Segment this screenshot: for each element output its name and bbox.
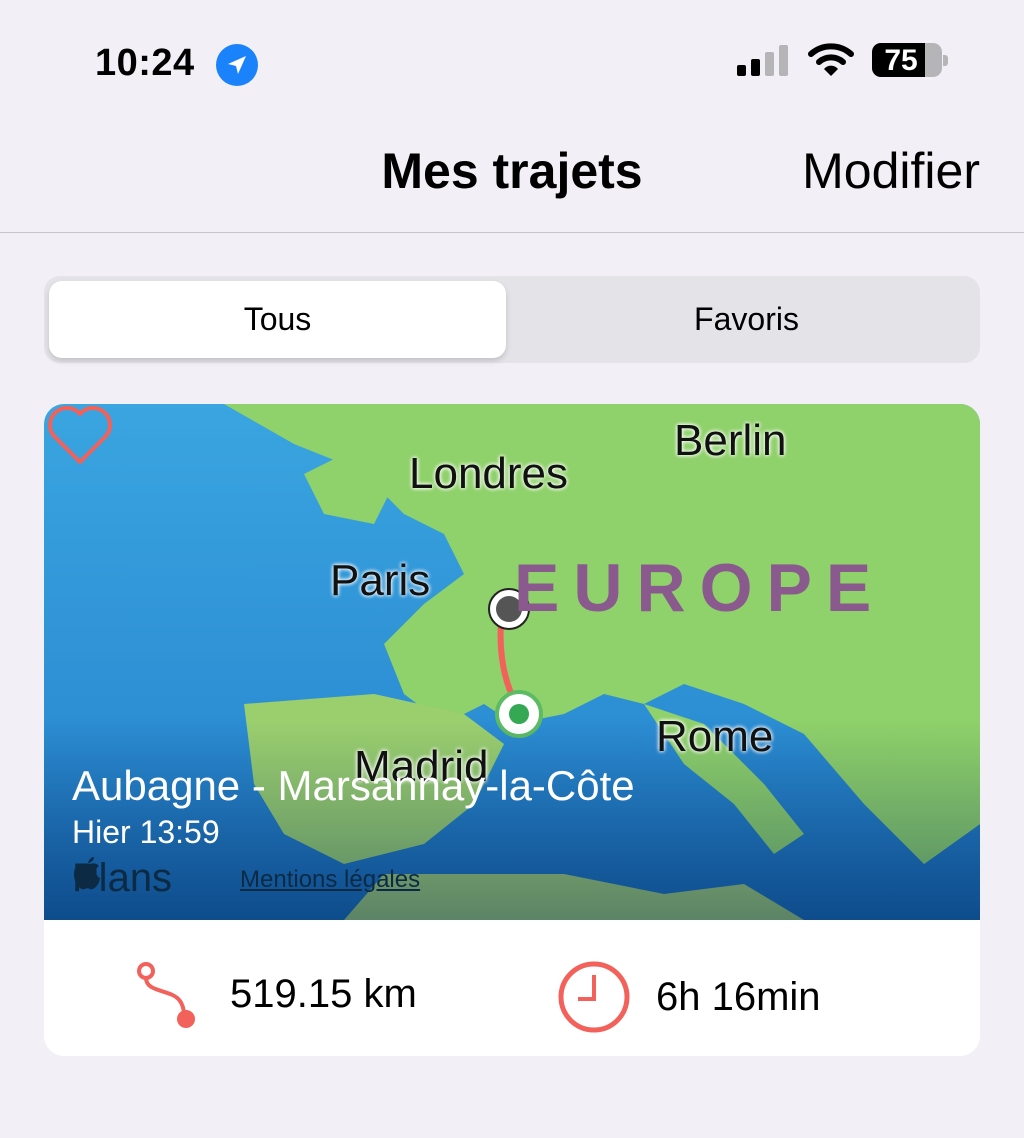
trip-map[interactable]: Londres Berlin Paris EUROPE Rome Madrid … — [44, 404, 980, 920]
duration-value: 6h 16min — [656, 974, 821, 1019]
map-label-europe: EUROPE — [514, 550, 886, 626]
location-arrow-icon — [216, 44, 258, 86]
divider — [0, 232, 1024, 233]
clock-icon — [558, 961, 630, 1033]
duration-stat: 6h 16min — [556, 959, 821, 1035]
status-bar: 10:24 75 — [0, 0, 1024, 110]
map-label-paris: Paris — [330, 556, 431, 605]
map-label-london: Londres — [409, 449, 569, 498]
route-icon — [137, 962, 195, 1028]
segment-all[interactable]: Tous — [49, 281, 506, 358]
wifi-icon — [808, 43, 854, 76]
favorite-heart-icon[interactable] — [44, 404, 116, 468]
distance-value: 519.15 km — [230, 971, 417, 1016]
trip-card[interactable]: Londres Berlin Paris EUROPE Rome Madrid … — [44, 404, 980, 1056]
trip-date: Hier 13:59 — [72, 814, 220, 850]
status-time: 10:24 — [95, 42, 195, 84]
segment-favorites[interactable]: Favoris — [518, 281, 975, 358]
battery-icon: 75 — [872, 43, 942, 77]
trip-title: Aubagne - Marsannay-la-Côte — [72, 762, 635, 809]
segmented-control: Tous Favoris — [44, 276, 980, 363]
legal-link[interactable]: Mentions légales — [240, 866, 420, 894]
map-label-rome: Rome — [656, 712, 774, 761]
map-label-berlin: Berlin — [674, 416, 787, 465]
cellular-signal-icon — [737, 45, 788, 76]
apple-logo-icon — [74, 857, 100, 890]
battery-level: 75 — [884, 44, 918, 77]
maps-attribution: Plans — [72, 856, 172, 901]
edit-button[interactable]: Modifier — [802, 142, 980, 200]
distance-stat: 519.15 km — [132, 959, 417, 1029]
